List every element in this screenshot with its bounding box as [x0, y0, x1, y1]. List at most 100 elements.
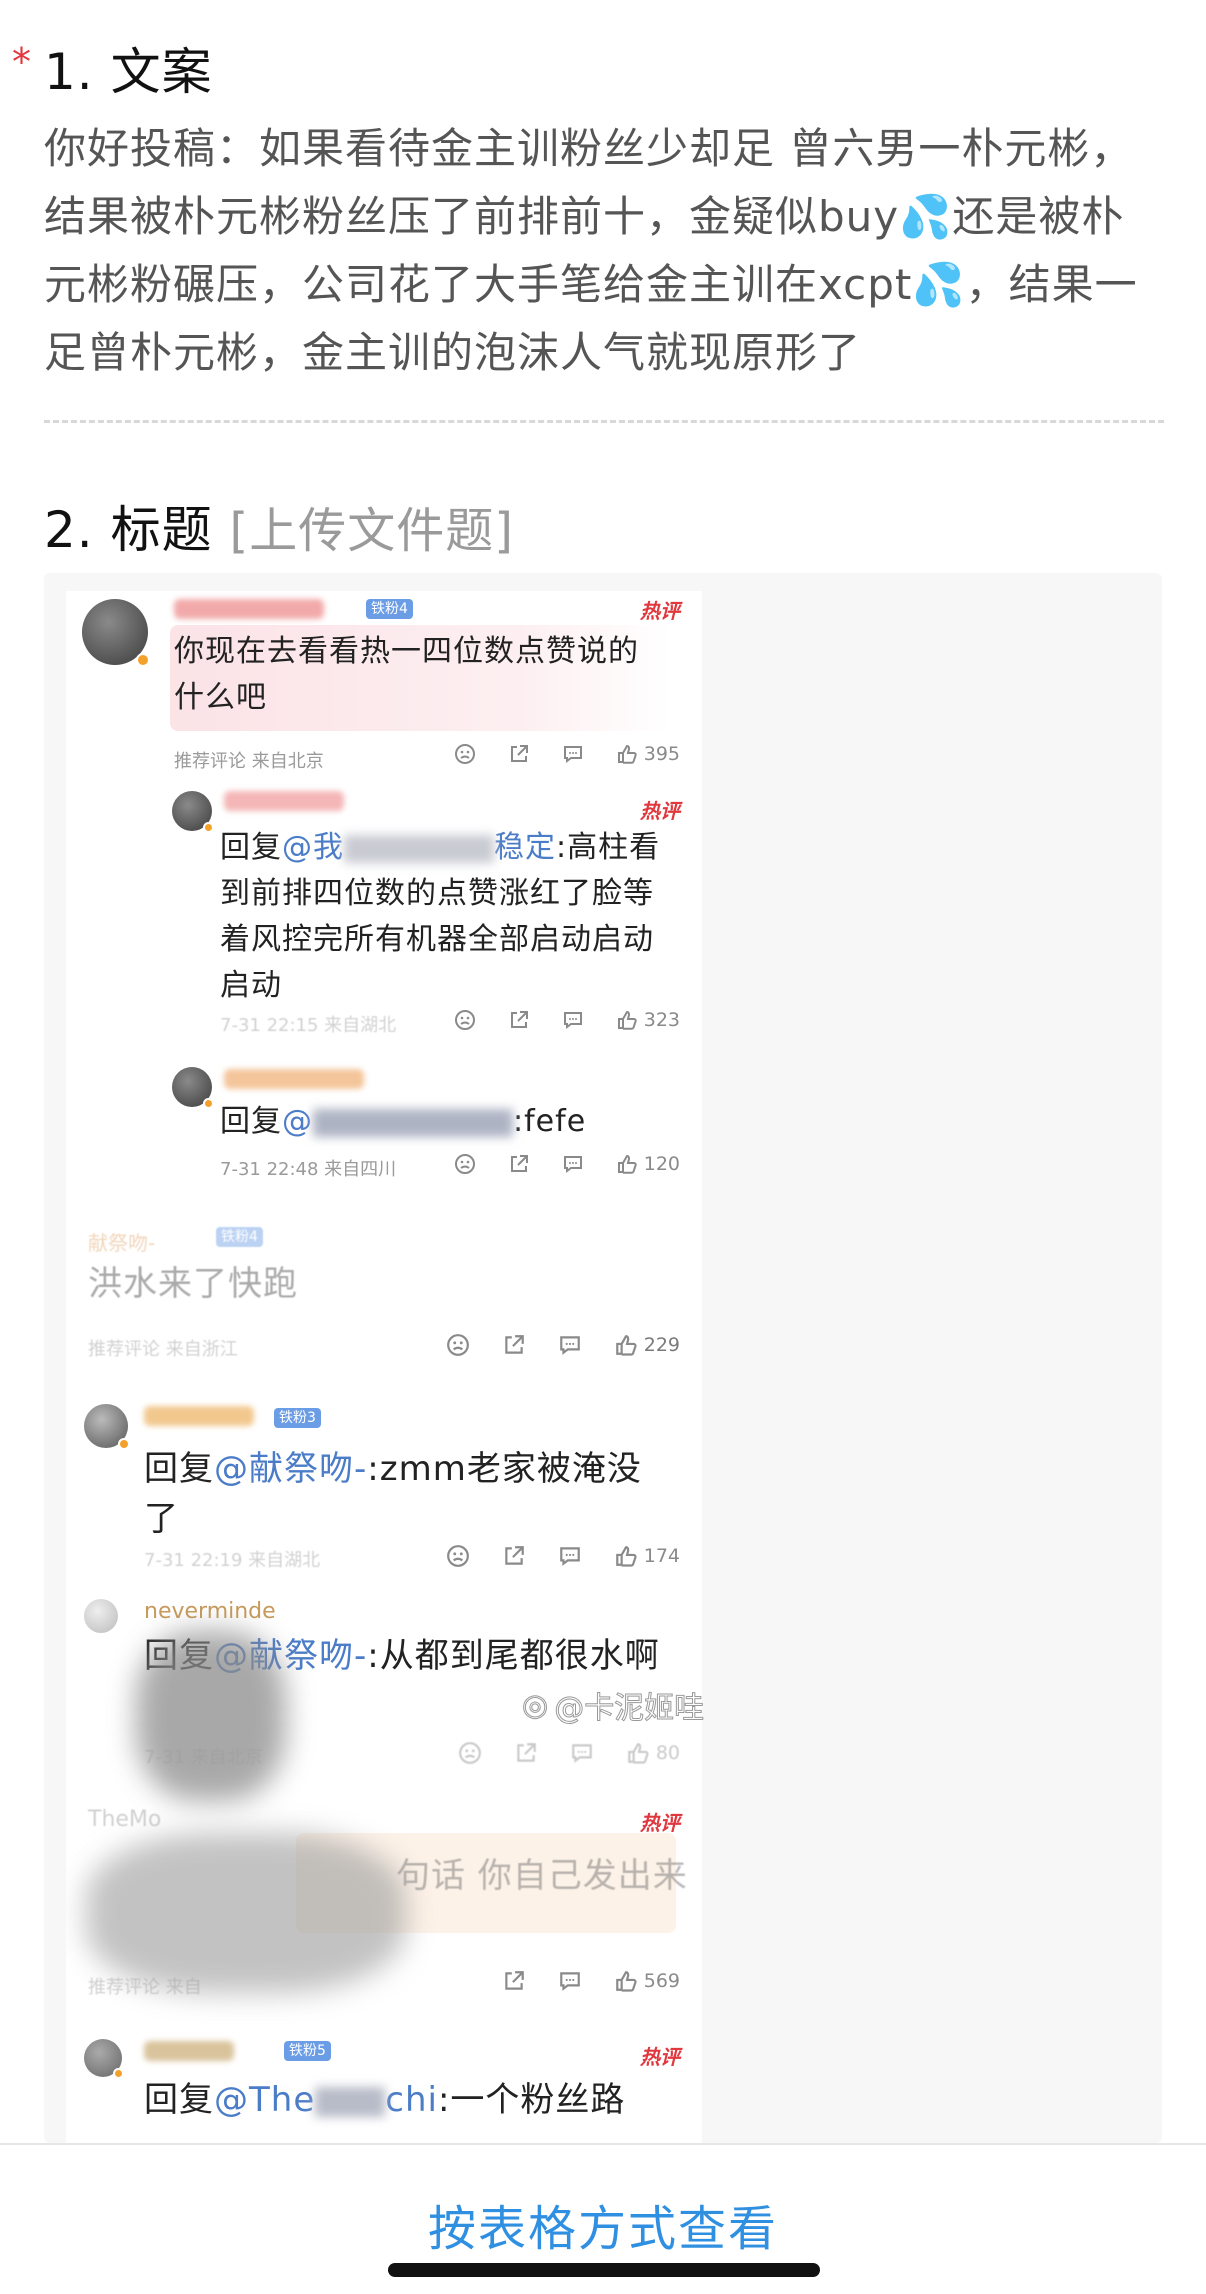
comment-icon[interactable] — [562, 1009, 584, 1031]
share-icon[interactable] — [508, 743, 530, 765]
dislike-icon[interactable] — [446, 1544, 470, 1568]
comment-item: 铁粉5 热评 回复@The chi:一个粉丝路 — [66, 2037, 702, 2143]
comment-text: 洪水来了快跑 — [88, 1264, 298, 1304]
username-blurred — [224, 1069, 364, 1089]
uploaded-screenshot: 铁粉4 热评 你现在去看看热一四位数点赞说的什么吧 推荐评论 来自北京 395 — [66, 591, 702, 2143]
comment-meta: 推荐评论 来自浙江 — [88, 1339, 238, 1360]
comment-item: 回复@ :fefe 7-31 22:48 来自四川 120 — [66, 1067, 702, 1180]
section2-title-text: 2. 标题 — [44, 501, 213, 559]
fan-badge: 铁粉4 — [216, 1227, 263, 1247]
scribble-overlay — [86, 1833, 406, 1993]
section1-title: 1. 文案 — [44, 43, 213, 101]
reply-label: 回复 — [220, 830, 282, 865]
dislike-icon[interactable] — [454, 1153, 476, 1175]
share-icon[interactable] — [508, 1009, 530, 1031]
comment-text: 回复@The chi:一个粉丝路 — [144, 2075, 684, 2125]
thumbs-up-icon — [615, 1335, 637, 1356]
comment-actions: 323 — [454, 1009, 680, 1031]
comment-icon[interactable] — [562, 743, 584, 765]
hot-comment-tag: 热评 — [640, 1811, 680, 1835]
reply-body: :一个粉丝路 — [437, 2080, 626, 2120]
dislike-icon[interactable] — [454, 743, 476, 765]
reply-body: :fefe — [513, 1104, 587, 1139]
comment-actions: 174 — [446, 1544, 680, 1568]
share-icon[interactable] — [514, 1741, 538, 1765]
comment-meta: 推荐评论 来自北京 — [174, 751, 324, 772]
comment-meta: 7-31 22:19 来自湖北 — [144, 1550, 321, 1571]
thumbs-up-icon — [617, 1010, 637, 1030]
dislike-icon[interactable] — [446, 1333, 470, 1357]
scribble-overlay — [136, 1631, 286, 1801]
comment-text: 回复@我 稳定:高柱看到前排四位数的点赞涨红了脸等着风控完所有机器全部启动启动启动 — [220, 825, 670, 1009]
reply-body: :从都到尾都很水啊 — [367, 1636, 660, 1676]
blurred-name — [315, 2086, 386, 2117]
thumbs-up-icon — [615, 1546, 637, 1567]
mention-link[interactable]: @我 — [282, 830, 344, 865]
section2-title: 2. 标题 [上传文件题] — [44, 490, 514, 562]
comment-icon[interactable] — [558, 1333, 582, 1357]
share-icon[interactable] — [508, 1153, 530, 1175]
fan-badge: 铁粉5 — [284, 2041, 331, 2061]
bottom-bar: 按表格方式查看 — [0, 2143, 1206, 2294]
thumbs-up-icon — [627, 1743, 649, 1764]
like-count: 80 — [655, 1742, 680, 1764]
like-count: 323 — [643, 1009, 680, 1031]
share-icon[interactable] — [502, 1544, 526, 1568]
share-icon[interactable] — [502, 1969, 526, 1993]
like-count: 569 — [643, 1970, 680, 1992]
username: TheMo — [88, 1807, 162, 1832]
comment-text: 回复@ :fefe — [220, 1099, 670, 1145]
comment-meta: 7-31 来自北京 — [144, 1747, 263, 1768]
comment-meta: 7-31 22:15 来自湖北 — [220, 1015, 397, 1036]
watermark-handle: @卡泥姬哇 — [554, 1691, 705, 1727]
share-icon[interactable] — [502, 1333, 526, 1357]
comment-icon[interactable] — [558, 1969, 582, 1993]
like-button[interactable]: 120 — [616, 1153, 680, 1175]
comment-icon[interactable] — [558, 1544, 582, 1568]
section1-answer-text: 你好投稿：如果看待金主训粉丝少却足 曾六男一朴元彬，结果被朴元彬粉丝压了前排前十… — [44, 124, 1138, 377]
view-as-table-button[interactable]: 按表格方式查看 — [0, 2189, 1206, 2259]
like-button[interactable]: 80 — [626, 1741, 680, 1765]
avatar — [84, 2039, 124, 2079]
username-blurred — [144, 2041, 234, 2061]
uploaded-image-frame[interactable]: 铁粉4 热评 你现在去看看热一四位数点赞说的什么吧 推荐评论 来自北京 395 — [44, 573, 1162, 2143]
dislike-icon[interactable] — [454, 1009, 476, 1031]
reply-label: 回复 — [144, 2080, 214, 2120]
avatar — [84, 1404, 130, 1450]
username-blurred — [224, 791, 344, 811]
comment-actions: 229 — [446, 1333, 680, 1357]
username: neverminde — [144, 1599, 276, 1624]
hot-comment-tag: 热评 — [640, 599, 680, 623]
comment-icon[interactable] — [562, 1153, 584, 1175]
comment-actions: 120 — [454, 1153, 680, 1175]
like-button[interactable]: 569 — [614, 1969, 680, 1993]
thumbs-up-icon — [617, 1154, 637, 1174]
reply-label: 回复 — [220, 1104, 282, 1139]
home-indicator — [388, 2263, 820, 2277]
mention-tail: chi — [385, 2080, 438, 2120]
comment-item: neverminde 回复@献祭吻-:从都到尾都很水啊 7-31 来自北京 80 — [66, 1591, 702, 1801]
comment-actions: 395 — [454, 743, 680, 765]
weibo-logo-icon: ◎ — [521, 1687, 549, 1723]
fan-badge: 铁粉4 — [366, 599, 413, 619]
comment-item: 热评 回复@我 稳定:高柱看到前排四位数的点赞涨红了脸等着风控完所有机器全部启动启… — [66, 789, 702, 1036]
reply-label: 回复 — [144, 1449, 214, 1489]
comment-meta: 7-31 22:48 来自四川 — [220, 1159, 397, 1180]
mention-link[interactable]: @ — [282, 1104, 313, 1139]
comment-icon[interactable] — [570, 1741, 594, 1765]
like-button[interactable]: 229 — [614, 1333, 680, 1357]
username: 献祭吻- — [88, 1231, 156, 1255]
watermark-text: ◎ @卡泥姬哇 — [521, 1683, 705, 1727]
like-button[interactable]: 323 — [616, 1009, 680, 1031]
comment-meta: 推荐评论 来自 — [88, 1977, 202, 1998]
like-count: 229 — [643, 1334, 680, 1356]
username-blurred — [174, 599, 324, 619]
mention-link[interactable]: @献祭吻- — [214, 1449, 367, 1489]
like-button[interactable]: 174 — [614, 1544, 680, 1568]
like-count: 174 — [643, 1545, 680, 1567]
like-button[interactable]: 395 — [616, 743, 680, 765]
mention-link[interactable]: @The — [214, 2080, 315, 2120]
comment-text: 句话 你自己发出来 — [396, 1856, 688, 1896]
dislike-icon[interactable] — [458, 1741, 482, 1765]
mention-tail: 稳定 — [494, 830, 556, 865]
